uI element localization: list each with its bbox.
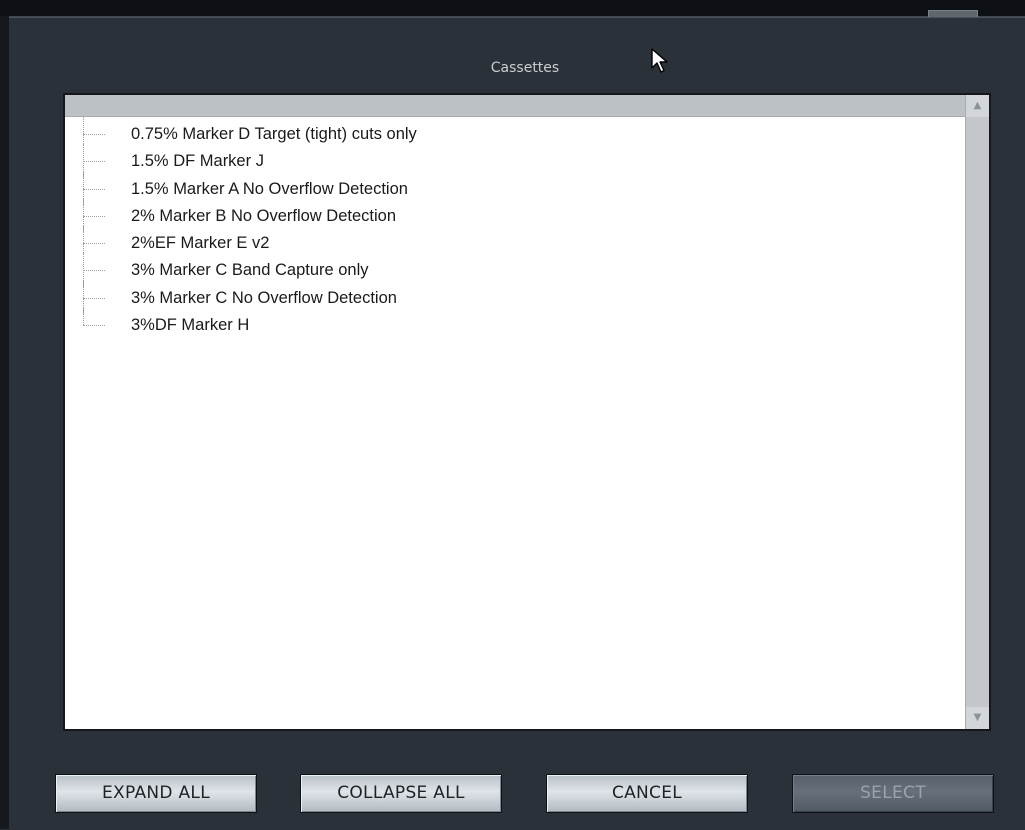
cassette-item[interactable]: 1.5% Marker A No Overflow Detection	[83, 171, 417, 205]
list-header-bar	[65, 95, 966, 117]
cassette-item-label: 2% Marker B No Overflow Detection	[131, 206, 397, 225]
cassette-item-label: 1.5% Marker A No Overflow Detection	[131, 179, 408, 198]
cassette-item-label: 0.75% Marker D Target (tight) cuts only	[131, 125, 417, 143]
cancel-button[interactable]: CANCEL	[546, 774, 748, 813]
scroll-down-icon[interactable]: ▼	[966, 707, 989, 729]
scroll-up-icon[interactable]: ▲	[966, 95, 989, 117]
cassette-item[interactable]: 0.75% Marker D Target (tight) cuts only	[83, 117, 417, 151]
cassette-list-box[interactable]: 0.75% Marker D Target (tight) cuts only …	[63, 93, 991, 731]
cassette-item[interactable]: 2%EF Marker E v2	[83, 226, 417, 260]
cassette-item[interactable]: 3% Marker C No Overflow Detection	[83, 280, 417, 315]
cassette-item-label: 3% Marker C Band Capture only	[131, 261, 369, 280]
tree-connector-icon	[83, 253, 105, 287]
cassette-item[interactable]: 3%DF Marker H	[83, 308, 417, 341]
cassette-item[interactable]: 1.5% DF Marker J	[83, 144, 417, 178]
cassette-item-label: 1.5% DF Marker J	[131, 152, 264, 171]
tree-connector-icon	[83, 198, 105, 233]
cassette-item[interactable]: 2% Marker B No Overflow Detection	[83, 198, 417, 233]
tree-connector-icon	[83, 171, 105, 205]
tree-connector-icon	[83, 308, 105, 341]
expand-all-button[interactable]: EXPAND ALL	[55, 774, 257, 813]
tree-connector-icon	[83, 226, 105, 260]
select-button[interactable]: SELECT	[792, 774, 994, 813]
cassette-tree: 0.75% Marker D Target (tight) cuts only …	[83, 117, 417, 341]
scroll-track[interactable]	[966, 117, 989, 707]
top-bar-scroll-stub[interactable]	[928, 10, 978, 17]
left-window-edge	[0, 16, 9, 829]
cassette-item-label: 2%EF Marker E v2	[131, 234, 270, 253]
dialog-title: Cassettes	[490, 60, 560, 76]
cassette-item[interactable]: 3% Marker C Band Capture only	[83, 253, 417, 287]
window-top-bar	[0, 0, 1025, 17]
mouse-pointer-icon	[651, 48, 668, 73]
vertical-scrollbar[interactable]: ▲ ▼	[965, 95, 989, 729]
tree-connector-icon	[83, 117, 105, 151]
collapse-all-button[interactable]: COLLAPSE ALL	[300, 774, 502, 813]
cassette-item-label: 3% Marker C No Overflow Detection	[131, 288, 397, 307]
tree-connector-icon	[83, 280, 105, 315]
tree-connector-icon	[83, 144, 105, 178]
cassette-item-label: 3%DF Marker H	[131, 316, 250, 335]
